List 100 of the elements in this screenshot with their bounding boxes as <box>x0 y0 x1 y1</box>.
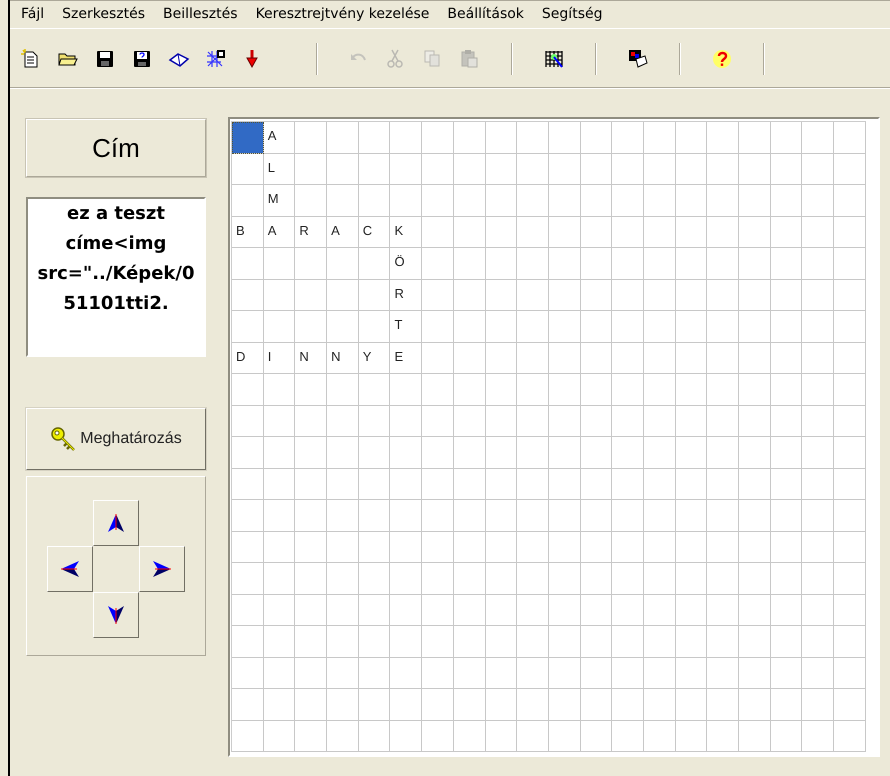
grid-cell[interactable] <box>739 374 771 406</box>
grid-cell[interactable] <box>834 374 866 406</box>
grid-cell[interactable] <box>327 563 359 594</box>
grid-cell[interactable] <box>770 185 802 216</box>
grid-cell[interactable] <box>676 185 708 216</box>
up-arrow-button[interactable] <box>93 500 139 546</box>
grid-cell[interactable] <box>612 658 644 689</box>
grid-cell[interactable] <box>834 468 866 500</box>
grid-cell[interactable] <box>454 311 486 342</box>
grid-cell[interactable] <box>327 248 359 280</box>
grid-cell[interactable] <box>802 342 834 374</box>
grid-cell[interactable] <box>517 500 549 532</box>
grid-cell[interactable] <box>264 406 296 437</box>
grid-cell[interactable] <box>454 248 486 280</box>
grid-cell[interactable] <box>770 437 802 468</box>
grid-cell[interactable] <box>548 342 581 374</box>
grid-cell[interactable] <box>548 185 581 216</box>
grid-cell[interactable] <box>770 342 802 374</box>
grid-cell[interactable] <box>802 500 834 532</box>
grid-cell[interactable] <box>517 563 549 594</box>
grid-cell[interactable] <box>612 500 644 532</box>
grid-cell[interactable] <box>486 374 518 406</box>
grid-cell[interactable] <box>422 468 454 500</box>
grid-cell[interactable] <box>770 626 802 658</box>
grid-cell[interactable] <box>486 185 518 216</box>
grid-cell[interactable] <box>644 280 676 311</box>
grid-cell[interactable] <box>486 342 518 374</box>
grid-cell[interactable] <box>802 248 834 280</box>
grid-cell[interactable] <box>232 280 264 311</box>
grid-cell[interactable] <box>390 532 422 563</box>
grid-cell[interactable] <box>580 185 612 216</box>
grid-cell[interactable] <box>739 248 771 280</box>
grid-cell[interactable] <box>295 280 328 311</box>
grid-cell[interactable] <box>676 406 708 437</box>
grid-cell[interactable] <box>358 658 390 689</box>
grid-cell[interactable] <box>707 280 739 311</box>
grid-cell[interactable] <box>548 689 581 720</box>
grid-cell[interactable] <box>358 500 390 532</box>
grid-cell[interactable] <box>422 280 454 311</box>
grid-cell[interactable] <box>739 594 771 626</box>
grid-cell[interactable] <box>454 500 486 532</box>
grid-cell[interactable] <box>676 248 708 280</box>
grid-cell[interactable] <box>358 122 390 154</box>
grid-cell[interactable] <box>264 374 296 406</box>
grid-cell[interactable] <box>358 563 390 594</box>
grid-cell[interactable] <box>517 437 549 468</box>
grid-cell[interactable] <box>580 500 612 532</box>
grid-cell[interactable] <box>232 720 264 752</box>
grid-cell[interactable] <box>580 406 612 437</box>
grid-cell[interactable] <box>454 122 486 154</box>
grid-cell[interactable] <box>517 342 549 374</box>
grid-cell[interactable]: A <box>264 216 296 248</box>
crossword-grid[interactable]: A L M B A R A C K Ö R T D I N N Y E <box>228 117 880 757</box>
grid-cell[interactable] <box>739 500 771 532</box>
grid-cell[interactable] <box>770 563 802 594</box>
grid-cell[interactable] <box>295 689 328 720</box>
grid-cell[interactable] <box>612 532 644 563</box>
grid-cell[interactable] <box>358 406 390 437</box>
grid-cell[interactable] <box>612 216 644 248</box>
grid-cell[interactable] <box>232 154 264 185</box>
grid-cell[interactable] <box>517 532 549 563</box>
grid-wand-icon[interactable] <box>543 48 565 70</box>
grid-cell[interactable] <box>707 154 739 185</box>
grid-cell[interactable]: N <box>295 342 328 374</box>
grid-cell[interactable] <box>802 122 834 154</box>
grid-cell[interactable] <box>707 311 739 342</box>
grid-cell[interactable] <box>739 311 771 342</box>
grid-cell[interactable] <box>454 532 486 563</box>
grid-cell[interactable] <box>327 185 359 216</box>
grid-cell[interactable] <box>327 532 359 563</box>
grid-cell[interactable] <box>644 658 676 689</box>
grid-cell[interactable] <box>486 720 518 752</box>
grid-cell[interactable] <box>517 594 549 626</box>
grid-cell[interactable] <box>295 248 328 280</box>
grid-cell[interactable] <box>295 500 328 532</box>
grid-cell[interactable] <box>612 122 644 154</box>
grid-mesh-icon[interactable] <box>205 48 227 70</box>
grid-cell[interactable] <box>739 406 771 437</box>
grid-cell[interactable] <box>232 532 264 563</box>
down-arrow-button[interactable] <box>93 592 139 638</box>
grid-cell[interactable] <box>834 720 866 752</box>
grid-cell[interactable] <box>295 720 328 752</box>
grid-cell[interactable] <box>454 216 486 248</box>
grid-cell[interactable]: M <box>264 185 296 216</box>
grid-cell[interactable] <box>548 658 581 689</box>
grid-cell[interactable] <box>707 216 739 248</box>
grid-cell[interactable] <box>422 689 454 720</box>
grid-cell[interactable] <box>580 594 612 626</box>
grid-cell[interactable] <box>580 437 612 468</box>
grid-cell[interactable] <box>612 406 644 437</box>
grid-cell[interactable] <box>454 563 486 594</box>
grid-cell[interactable]: A <box>264 122 296 154</box>
grid-cell[interactable] <box>232 563 264 594</box>
grid-cell[interactable] <box>264 437 296 468</box>
grid-cell[interactable] <box>327 374 359 406</box>
grid-cell[interactable] <box>390 406 422 437</box>
grid-cell[interactable] <box>770 468 802 500</box>
grid-cell[interactable] <box>422 154 454 185</box>
grid-cell[interactable] <box>454 374 486 406</box>
grid-cell[interactable] <box>264 311 296 342</box>
